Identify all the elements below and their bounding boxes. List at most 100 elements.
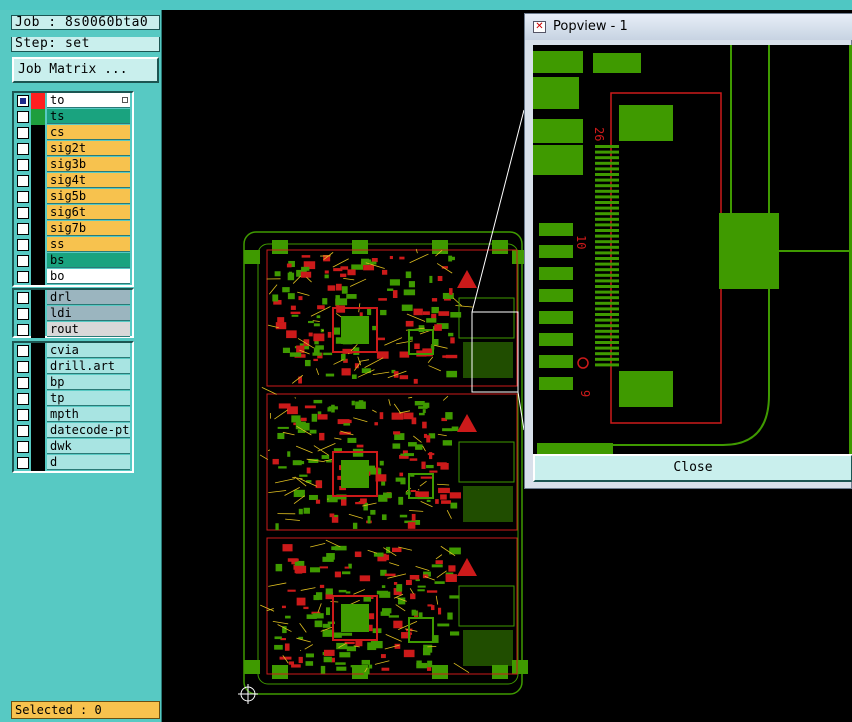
layer-checkbox[interactable] [17,159,29,171]
layer-checkbox[interactable] [17,111,29,123]
layer-row-ts[interactable]: ts [14,109,132,125]
layer-name[interactable]: sig3b [47,157,130,172]
warning-triangle-icon [457,270,477,288]
component-pad [410,489,416,492]
component-pad [287,293,295,300]
component-pad [379,412,384,420]
zoom-connector-pin [595,195,619,199]
layer-checkbox[interactable] [17,292,29,304]
layer-name[interactable]: bo [47,269,130,284]
layer-row-dwk[interactable]: dwk [14,439,132,455]
layer-row-bo[interactable]: bo [14,269,132,285]
trace [372,409,377,413]
component-pad [373,552,384,557]
trace [268,284,278,295]
popview-titlebar[interactable]: ✕ Popview - 1 [525,14,852,40]
component-pad [450,337,455,344]
layer-name[interactable]: drl [47,290,130,305]
component-pad [290,305,296,310]
layer-name[interactable]: d [47,455,130,470]
layer-row-rout[interactable]: rout [14,322,132,338]
layer-checkbox[interactable] [17,271,29,283]
component-pad [313,323,320,327]
layer-name[interactable]: sig4t [47,173,130,188]
layer-checkbox[interactable] [17,207,29,219]
popview-window[interactable]: ✕ Popview - 1 26 10 9 Close [524,13,852,489]
layer-checkbox[interactable] [17,441,29,453]
layer-row-cvia[interactable]: cvia [14,343,132,359]
layer-checkbox[interactable] [17,377,29,389]
job-matrix-button[interactable]: Job Matrix ... [12,57,159,83]
layer-checkbox[interactable] [17,409,29,421]
layer-name[interactable]: mpth [47,407,130,422]
zoom-pad [533,119,583,143]
layer-name[interactable]: dwk [47,439,130,454]
layer-name[interactable]: sig7b [47,221,130,236]
layer-checkbox[interactable] [17,393,29,405]
component-pad [414,343,420,349]
layer-row-sig3b[interactable]: sig3b [14,157,132,173]
component-pad [399,375,409,380]
component-pad [422,421,427,429]
trace [413,435,422,443]
layer-checkbox[interactable] [17,324,29,336]
layer-name[interactable]: datecode-pte [47,423,130,438]
layer-checkbox[interactable] [17,345,29,357]
layer-name[interactable]: cvia [47,343,130,358]
component-pad [413,378,418,384]
layer-checkbox[interactable] [17,239,29,251]
layer-name[interactable]: cs [47,125,130,140]
close-button[interactable]: Close [533,454,852,482]
layer-name[interactable]: ts [47,109,130,124]
layer-checkbox[interactable] [17,127,29,139]
layer-row-sig7b[interactable]: sig7b [14,221,132,237]
layer-row-to[interactable]: to [14,93,132,109]
layer-name[interactable]: to [47,93,130,108]
layer-row-sig2t[interactable]: sig2t [14,141,132,157]
layer-checkbox[interactable] [17,143,29,155]
component-pad [288,661,295,665]
layer-checkbox[interactable] [17,457,29,469]
layer-row-sig4t[interactable]: sig4t [14,173,132,189]
layer-checkbox[interactable] [17,175,29,187]
layer-name[interactable]: drill.art [47,359,130,374]
layer-row-drl[interactable]: drl [14,290,132,306]
layer-name[interactable]: ss [47,237,130,252]
layer-name[interactable]: rout [47,322,130,337]
layer-checkbox[interactable] [17,425,29,437]
layer-row-datecode-pte[interactable]: datecode-pte [14,423,132,439]
trace [409,253,429,264]
layer-checkbox[interactable] [17,223,29,235]
trace [274,409,288,420]
layer-row-drill.art[interactable]: drill.art [14,359,132,375]
layer-row-mpth[interactable]: mpth [14,407,132,423]
layer-name[interactable]: sig2t [47,141,130,156]
layer-row-sig5b[interactable]: sig5b [14,189,132,205]
layer-name[interactable]: sig6t [47,205,130,220]
layer-row-sig6t[interactable]: sig6t [14,205,132,221]
layer-checkbox[interactable] [17,308,29,320]
zoom-connector-pin [595,167,619,171]
layer-row-bs[interactable]: bs [14,253,132,269]
layer-name[interactable]: bp [47,375,130,390]
layer-checkbox[interactable] [17,361,29,373]
layer-checkbox[interactable] [17,191,29,203]
layer-name[interactable]: ldi [47,306,130,321]
popview-zoom-view[interactable]: 26 10 9 [533,45,852,463]
trace [317,603,322,613]
layer-checkbox[interactable] [17,255,29,267]
layer-row-bp[interactable]: bp [14,375,132,391]
component-pad [282,544,293,552]
layer-row-ss[interactable]: ss [14,237,132,253]
layer-row-ldi[interactable]: ldi [14,306,132,322]
trace [436,483,450,486]
layer-row-tp[interactable]: tp [14,391,132,407]
component-pad [435,499,439,504]
layer-name[interactable]: tp [47,391,130,406]
layer-row-cs[interactable]: cs [14,125,132,141]
layer-checkbox[interactable] [17,95,29,107]
layer-name[interactable]: bs [47,253,130,268]
layer-name[interactable]: sig5b [47,189,130,204]
component-pad [285,615,291,619]
layer-row-d[interactable]: d [14,455,132,471]
